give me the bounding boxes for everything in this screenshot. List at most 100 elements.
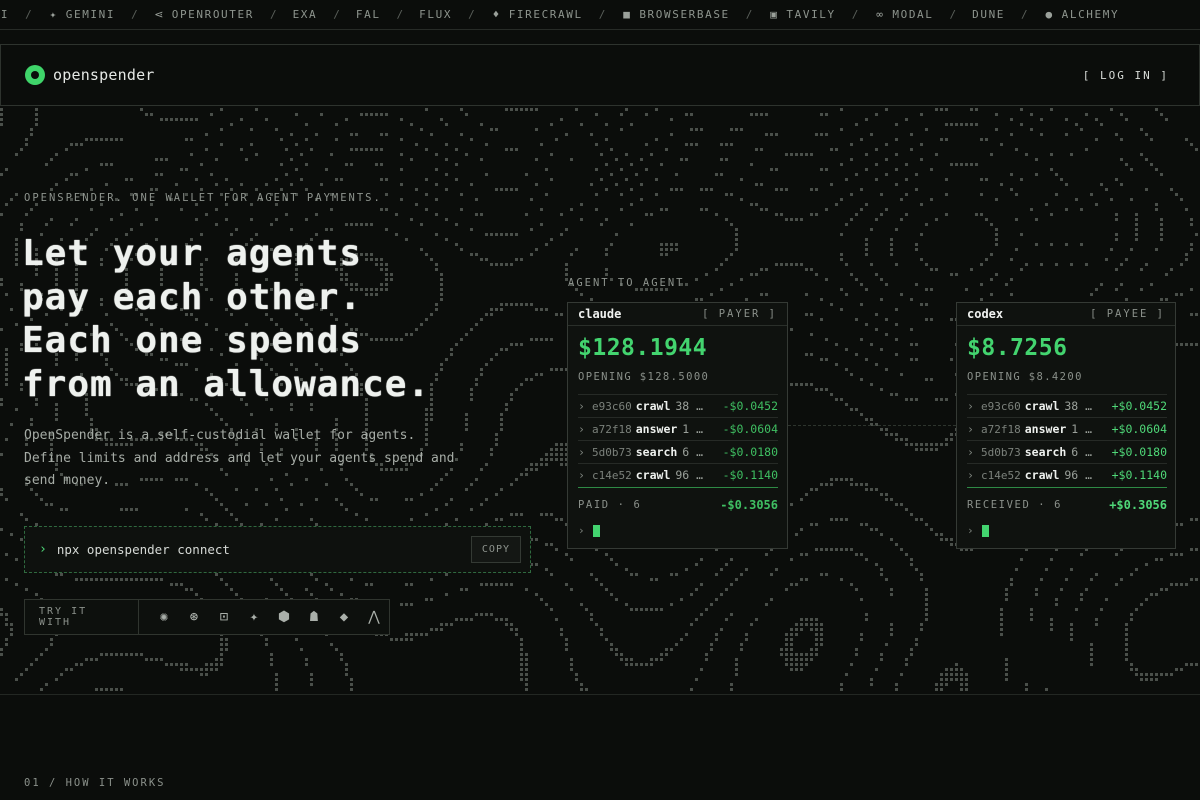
install-command-box: › npx openspender connect COPY [24,526,531,573]
chevron-right-icon: › [578,445,585,459]
ticker-label: FIRECRAWL [508,8,583,21]
transaction-row[interactable]: › e93c60 crawl 38 … -$0.0452 [578,394,778,417]
ticker-separator: / [269,8,277,21]
partner-ticker: PENAI / ✦ GEMINI / ⋖ OPENROUTER / EXA / FAL / FLUX / ♦… [0,0,1200,30]
square-icon: ■ [623,7,632,21]
ticker-item[interactable]: DUNE [972,8,1005,21]
tx-amount: +$0.0604 [1111,422,1167,436]
agent-name: claude [578,307,622,321]
tx-hash: c14e52 [981,468,1021,482]
ticker-separator: / [131,8,138,21]
gemini-icon[interactable]: ✦ [239,602,269,632]
page: PENAI / ✦ GEMINI / ⋖ OPENROUTER / EXA / FAL / FLUX / ♦… [0,0,1200,800]
tx-action: crawl [1024,399,1060,413]
hero-description: OpenSpender is a self-custodial wallet f… [24,428,455,488]
cursor-block [981,524,989,537]
cursor-block [592,524,600,537]
ticker-item[interactable]: ♦ FIRECRAWL [491,8,583,21]
claude-icon[interactable]: ✺ [149,602,179,632]
chevron-right-icon: › [967,445,974,459]
flame-icon: ♦ [492,7,501,21]
tx-action: crawl [635,399,671,413]
ticker-item[interactable]: ▣ TAVILY [768,8,835,21]
ticker-item[interactable]: ⋖ OPENROUTER [154,8,254,21]
top-nav: openspender [ LOG IN ] [0,44,1200,106]
vercel-icon[interactable]: ⋀ [359,602,389,632]
ticker-item[interactable]: ✦ GEMINI [48,8,115,21]
divider [0,694,1200,695]
tx-amount: +$0.0180 [1111,445,1167,459]
openrouter-icon: ⋖ [154,7,166,21]
tx-hash: c14e52 [592,468,632,482]
total-row: PAID · 6 -$0.3056 [578,487,778,521]
ticker-item[interactable]: EXA [293,8,318,21]
tx-hash: e93c60 [592,399,632,413]
install-command[interactable]: npx openspender connect [57,542,471,557]
total-amount: +$0.3056 [1109,497,1167,512]
payee-card: codex [ PAYEE ] $8.7256 OPENING $8.4200 … [956,302,1176,549]
tavily-icon: ▣ [770,7,779,21]
tx-action: answer [635,422,678,436]
ticker-item[interactable]: ■ BROWSERBASE [621,8,729,21]
transaction-row[interactable]: › a72f18 answer 1 … +$0.0604 [967,417,1167,440]
tx-action: search [635,445,678,459]
cube-icon[interactable]: ⬢ [269,602,299,632]
ticker-track: PENAI / ✦ GEMINI / ⋖ OPENROUTER / EXA / FAL / FLUX / ♦… [0,8,1119,21]
ghost-icon[interactable]: ☗ [299,602,329,632]
ticker-item[interactable]: FLUX [419,8,452,21]
tx-amount: -$0.1140 [722,468,778,482]
ticker-separator: / [333,8,340,21]
tx-hash: e93c60 [981,399,1021,413]
transaction-row[interactable]: › e93c60 crawl 38 … +$0.0452 [967,394,1167,417]
total-label: PAID · 6 [578,498,642,511]
transaction-list: › e93c60 crawl 38 … -$0.0452 › a72f18 answer 1 …… [578,394,778,486]
headline-line: from an allowance. [22,363,431,405]
terminal-prompt: › [578,524,600,537]
transaction-row[interactable]: › c14e52 crawl 96 … +$0.1140 [967,463,1167,486]
ticker-label: FLUX [419,8,453,21]
tx-action: search [1024,445,1067,459]
gemini-icon: ✦ [49,7,58,21]
openai-icon[interactable]: ⊛ [179,602,209,632]
ticker-label: TAVILY [786,8,836,21]
ticker-label: DUNE [972,8,1006,21]
opening-balance: OPENING $8.4200 [967,371,1083,383]
ticker-separator: / [25,8,32,21]
ticker-separator: / [1021,8,1028,21]
terminal-icon[interactable]: ⊡ [209,602,239,632]
ticker-item[interactable]: FAL [356,8,381,21]
headline-line: pay each other. [22,276,363,318]
total-amount: -$0.3056 [720,497,778,512]
section-background [0,695,1200,800]
circle-icon: ● [1045,7,1054,21]
copy-button[interactable]: COPY [470,536,521,563]
transaction-row[interactable]: › 5d0b73 search 6 … -$0.0180 [578,440,778,463]
terminal-prompt: › [967,524,989,537]
transaction-row[interactable]: › c14e52 crawl 96 … -$0.1140 [578,463,778,486]
ticker-separator: / [851,8,859,21]
role-badge: [ PAYER ] [702,308,777,320]
ticker-label: PENAI [0,8,10,21]
gem-icon[interactable]: ◆ [329,602,359,632]
try-it-label: TRY IT WITH [25,600,139,634]
transaction-row[interactable]: › 5d0b73 search 6 … +$0.0180 [967,440,1167,463]
openspender-logo-icon [25,65,45,85]
agent-name: codex [967,307,1004,321]
ticker-item[interactable]: ∞ MODAL [874,8,933,21]
ticker-label: EXA [292,8,318,21]
brand[interactable]: openspender [25,65,155,85]
ticker-item[interactable]: ● ALCHEMY [1044,8,1120,21]
tx-quantity: 6 … [1071,445,1093,459]
hero-headline: Let your agents pay each other. Each one… [22,232,430,406]
ticker-separator: / [949,8,957,21]
ticker-item[interactable]: PENAI [0,8,9,21]
tx-action: crawl [635,468,671,482]
tx-hash: 5d0b73 [981,445,1021,459]
total-row: RECEIVED · 6 +$0.3056 [967,487,1167,521]
tx-hash: a72f18 [981,422,1021,436]
card-header: claude [ PAYER ] [568,303,787,326]
transaction-row[interactable]: › a72f18 answer 1 … -$0.0604 [578,417,778,440]
login-button[interactable]: [ LOG IN ] [1083,69,1169,82]
chevron-right-icon: › [578,399,585,413]
transaction-list: › e93c60 crawl 38 … +$0.0452 › a72f18 answer 1 …… [967,394,1167,486]
